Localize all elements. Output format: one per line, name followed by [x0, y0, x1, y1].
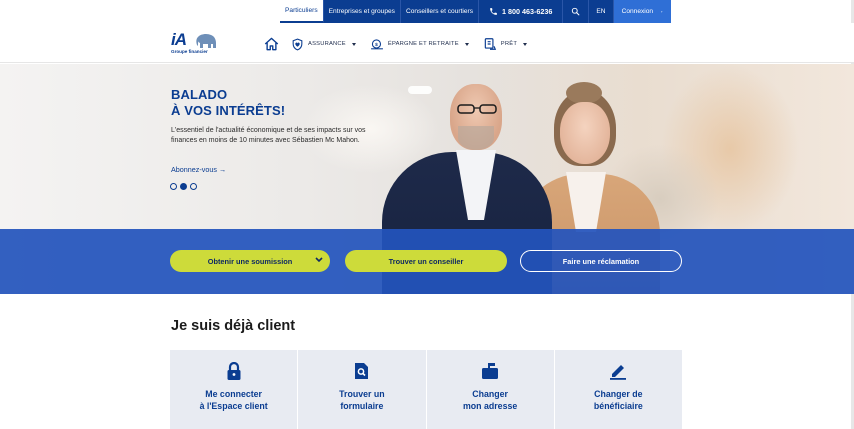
document-search-icon [353, 362, 371, 380]
find-form-card[interactable]: Trouver un formulaire [298, 350, 427, 429]
carousel-dot-active[interactable] [180, 183, 187, 190]
get-quote-label: Obtenir une soumission [207, 256, 293, 266]
nav-assurance-label: ASSURANCE [308, 41, 346, 47]
pencil-icon [609, 362, 627, 380]
client-actions: Me connecter à l'Espace client Trouver u… [170, 350, 682, 429]
carousel-dot[interactable] [190, 183, 197, 190]
tab-entreprises[interactable]: Entreprises et groupes [324, 0, 401, 23]
tab-conseillers[interactable]: Conseillers et courtiers [401, 0, 480, 23]
subscribe-link[interactable]: Abonnez-vous → [171, 165, 226, 174]
nav-pret[interactable]: PRÊT [483, 37, 528, 51]
language-label: EN [596, 8, 606, 15]
woman-hair-bun [566, 82, 602, 104]
change-address-label: Changer mon adresse [462, 389, 518, 411]
change-beneficiary-label: Changer de bénéficiaire [593, 389, 643, 411]
mailbox-icon [481, 362, 499, 380]
hero-description: L'essentiel de l'actualité économique et… [171, 127, 366, 144]
nav-epargne[interactable]: $ ÉPARGNE ET RETRAITE [370, 38, 469, 51]
nav-epargne-label: ÉPARGNE ET RETRAITE [387, 41, 459, 47]
man-beard [458, 126, 494, 150]
login-client-space-label: Me connecter à l'Espace client [199, 389, 268, 411]
change-beneficiary-card[interactable]: Changer de bénéficiaire [555, 350, 682, 429]
nav-assurance[interactable]: ASSURANCE [291, 38, 356, 51]
hero-title-line2: À VOS INTÉRÊTS! [171, 103, 286, 118]
connexion-button[interactable]: Connexion [613, 0, 671, 23]
section-title: Je suis déjà client [171, 318, 296, 334]
chevron-down-icon [661, 11, 663, 12]
loan-icon [484, 38, 496, 50]
get-quote-button[interactable]: Obtenir une soumission [170, 250, 330, 272]
phone-icon [490, 8, 497, 15]
connexion-label: Connexion [621, 8, 654, 15]
find-advisor-button[interactable]: Trouver un conseiller [345, 250, 507, 272]
chevron-down-icon [464, 42, 469, 46]
heart-shield-icon [292, 38, 303, 51]
search-icon [572, 7, 580, 16]
tab-entreprises-label: Entreprises et groupes [328, 8, 395, 15]
carousel-dots [170, 183, 197, 190]
lock-icon [225, 362, 243, 380]
nav-pret-label: PRÊT [500, 41, 518, 47]
tab-conseillers-label: Conseillers et courtiers [405, 8, 474, 15]
carousel-dot[interactable] [170, 183, 177, 190]
elephant-icon [196, 33, 216, 48]
ia-logo[interactable]: iA Groupe financier [171, 30, 219, 57]
chevron-down-icon [523, 42, 528, 46]
tab-particuliers-label: Particuliers [285, 7, 318, 14]
phone-number: 1 800 463-6236 [502, 7, 553, 16]
main-header: iA Groupe financier ASSURANCE $ ÉPARGNE … [0, 23, 854, 63]
hero-title-line1: BALADO [171, 87, 228, 102]
chevron-down-icon [315, 257, 323, 263]
find-advisor-label: Trouver un conseiller [388, 256, 464, 266]
svg-text:$: $ [375, 41, 378, 47]
logo-subtitle: Groupe financier [171, 49, 208, 54]
login-client-space-card[interactable]: Me connecter à l'Espace client [170, 350, 299, 429]
phone-link[interactable]: 1 800 463-6236 [479, 0, 564, 23]
chevron-down-icon [351, 42, 356, 46]
product-nav: ASSURANCE $ ÉPARGNE ET RETRAITE PRÊT [264, 36, 541, 52]
savings-icon: $ [370, 38, 383, 49]
woman-face [560, 102, 610, 164]
ceiling-light [408, 86, 432, 94]
utility-bar: Particuliers Entreprises et groupes Cons… [0, 0, 854, 23]
tab-particuliers[interactable]: Particuliers [280, 0, 324, 23]
audience-nav: Particuliers Entreprises et groupes Cons… [280, 0, 671, 23]
file-claim-button[interactable]: Faire une réclamation [520, 250, 682, 272]
home-button[interactable] [264, 37, 279, 51]
language-toggle[interactable]: EN [589, 0, 614, 23]
hero-title: BALADO À VOS INTÉRÊTS! [171, 87, 285, 119]
search-button[interactable] [563, 0, 590, 23]
home-icon [264, 37, 279, 51]
glasses-icon [457, 104, 497, 114]
file-claim-label: Faire une réclamation [562, 256, 640, 266]
find-form-label: Trouver un formulaire [339, 389, 385, 411]
logo-mark: iA [171, 30, 187, 49]
change-address-card[interactable]: Changer mon adresse [427, 350, 555, 429]
